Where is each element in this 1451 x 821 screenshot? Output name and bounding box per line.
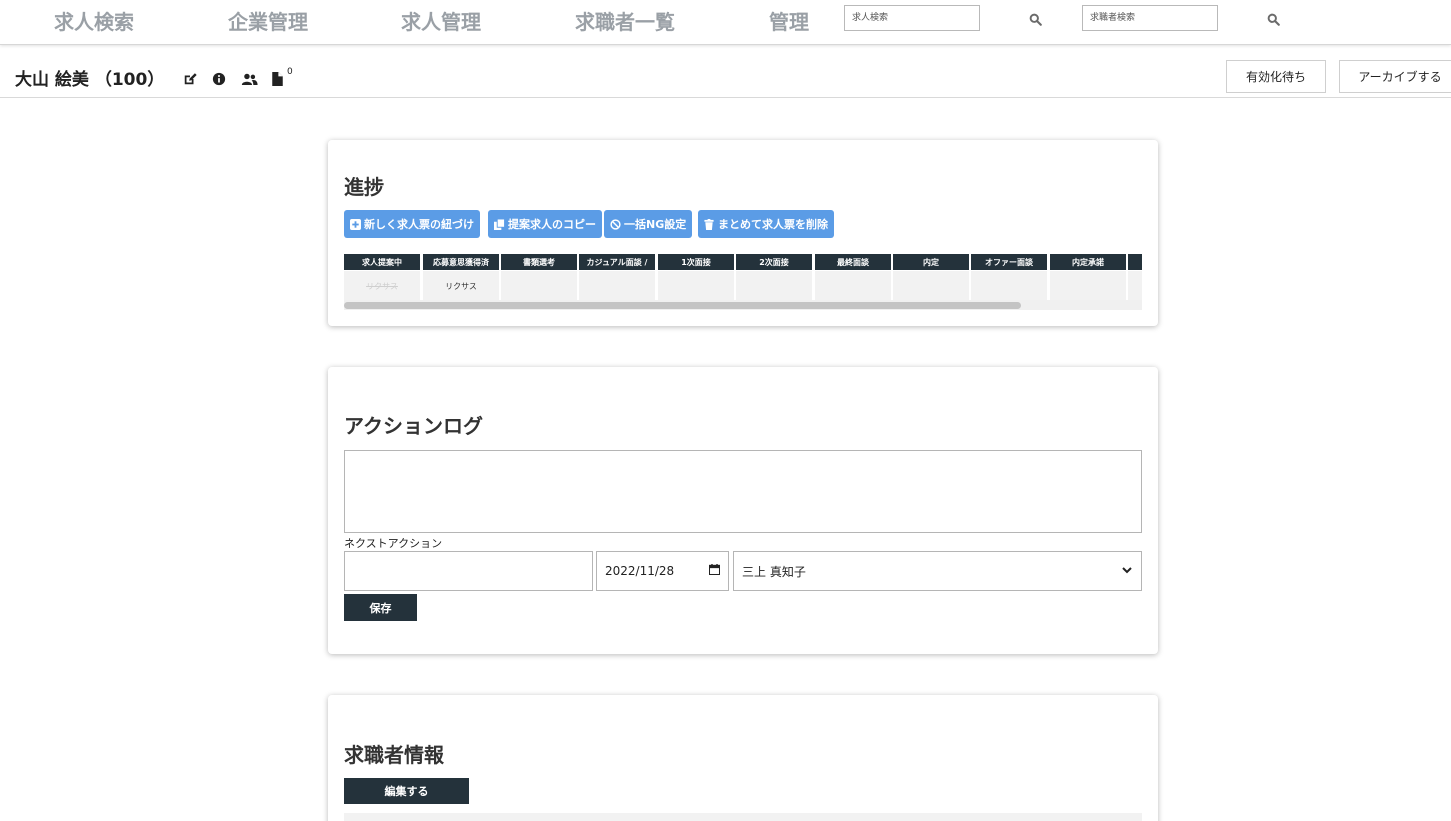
next-action-label: ネクストアクション [344, 537, 443, 550]
board-card[interactable]: リクサス [344, 271, 420, 302]
board-column-body [579, 271, 655, 302]
bulk-ng-button[interactable]: 一括NG設定 [604, 210, 693, 238]
board-column-header: オファー面談 [971, 254, 1047, 270]
bulk-delete-label: まとめて求人票を削除 [718, 218, 828, 231]
board-column: 最終面談 [815, 254, 891, 302]
document-icon[interactable] [272, 71, 287, 86]
nav-job-management[interactable]: 求人管理 [401, 6, 481, 35]
board-column-body [736, 271, 812, 302]
save-button[interactable]: 保存 [344, 594, 417, 621]
next-action-date-field[interactable]: 2022/11/28 [596, 551, 729, 591]
bulk-delete-button[interactable]: まとめて求人票を削除 [698, 210, 834, 238]
assignee-value: 三上 真知子 [742, 564, 806, 579]
chevron-down-icon [1121, 564, 1133, 579]
nav-company-management[interactable]: 企業管理 [228, 6, 308, 35]
search-icon[interactable] [1267, 11, 1283, 27]
link-job-label: 新しく求人票の紐づけ [364, 218, 474, 231]
board-column: 2次面接 [736, 254, 812, 302]
plus-square-icon [350, 218, 361, 230]
action-log-textarea[interactable] [344, 450, 1142, 533]
action-log-title: アクションログ [344, 414, 483, 438]
board-scrollbar[interactable] [344, 300, 1142, 310]
copy-proposal-label: 提案求人のコピー [508, 218, 596, 231]
board-column-body [815, 271, 891, 302]
board-column-header: 内定 [893, 254, 969, 270]
search-icon[interactable] [1029, 11, 1045, 27]
board-column: 求人提案中 リクサス [344, 254, 420, 302]
board-column-body [501, 271, 577, 302]
nav-admin[interactable]: 管理 [769, 6, 809, 35]
info-icon[interactable] [212, 71, 227, 86]
action-log-card: アクションログ ネクストアクション 2022/11/28 三上 真知子 保存 [328, 367, 1158, 654]
document-count: 0 [287, 67, 293, 77]
board-column: オファー面談 [971, 254, 1047, 302]
board-column-body [658, 271, 734, 302]
calendar-icon[interactable] [708, 564, 721, 578]
candidate-name: 大山 絵美 （100） [15, 70, 165, 90]
board-scrollbar-thumb[interactable] [344, 302, 1021, 309]
info-table-strip [344, 813, 1142, 821]
date-value: 2022/11/28 [605, 564, 675, 578]
progress-title: 進捗 [344, 175, 384, 199]
board-column-header: カジュアル面談 / [579, 254, 655, 270]
board-column-header: 最終面談 [815, 254, 891, 270]
trash-icon [704, 218, 715, 230]
board-card[interactable]: リクサス [423, 271, 499, 302]
board-column-header [1128, 254, 1142, 270]
edit-icon[interactable] [183, 71, 198, 86]
copy-proposal-button[interactable]: 提案求人のコピー [488, 210, 602, 238]
job-seeker-info-card: 求職者情報 編集する [328, 695, 1158, 821]
job-seeker-info-title: 求職者情報 [344, 743, 444, 767]
board-column-header: 求人提案中 [344, 254, 420, 270]
assignee-select[interactable]: 三上 真知子 [733, 551, 1142, 591]
board-column-header: 1次面接 [658, 254, 734, 270]
edit-button[interactable]: 編集する [344, 778, 469, 804]
board-column: 1次面接 [658, 254, 734, 302]
candidate-header: 大山 絵美 （100） 0 有効化待ち アーカイブする [0, 45, 1451, 98]
nav-job-search[interactable]: 求人検索 [54, 6, 134, 35]
copy-icon [494, 218, 505, 230]
board-column: カジュアル面談 / [579, 254, 655, 302]
board-column: 内定 [893, 254, 969, 302]
nav-job-seeker-list[interactable]: 求職者一覧 [575, 6, 675, 35]
next-action-input[interactable] [344, 551, 593, 591]
board-column-body [971, 271, 1047, 302]
board-column-body [1050, 271, 1126, 302]
bulk-ng-label: 一括NG設定 [624, 218, 687, 231]
board-column-header: 内定承諾 [1050, 254, 1126, 270]
board-column: 応募意思獲得済 リクサス [423, 254, 499, 302]
board-column: 内定承諾 [1050, 254, 1126, 302]
archive-button[interactable]: アーカイブする [1339, 60, 1451, 93]
board-column [1128, 254, 1142, 302]
progress-card: 進捗 新しく求人票の紐づけ 提案求人のコピー 一括NG設定 まとめて求人票を削除… [328, 140, 1158, 326]
board-column-header: 書類選考 [501, 254, 577, 270]
ban-icon [610, 218, 621, 230]
board-column-body [893, 271, 969, 302]
board-column: 書類選考 [501, 254, 577, 302]
job-search-input[interactable] [844, 5, 980, 31]
board-column-header: 応募意思獲得済 [423, 254, 499, 270]
users-icon[interactable] [241, 71, 258, 86]
board-column-header: 2次面接 [736, 254, 812, 270]
board-column-body [1128, 271, 1142, 302]
job-seeker-search-input[interactable] [1082, 5, 1218, 31]
pending-activation-button[interactable]: 有効化待ち [1226, 60, 1326, 93]
top-navigation: 求人検索 企業管理 求人管理 求職者一覧 管理 [0, 0, 1451, 45]
link-job-button[interactable]: 新しく求人票の紐づけ [344, 210, 480, 238]
